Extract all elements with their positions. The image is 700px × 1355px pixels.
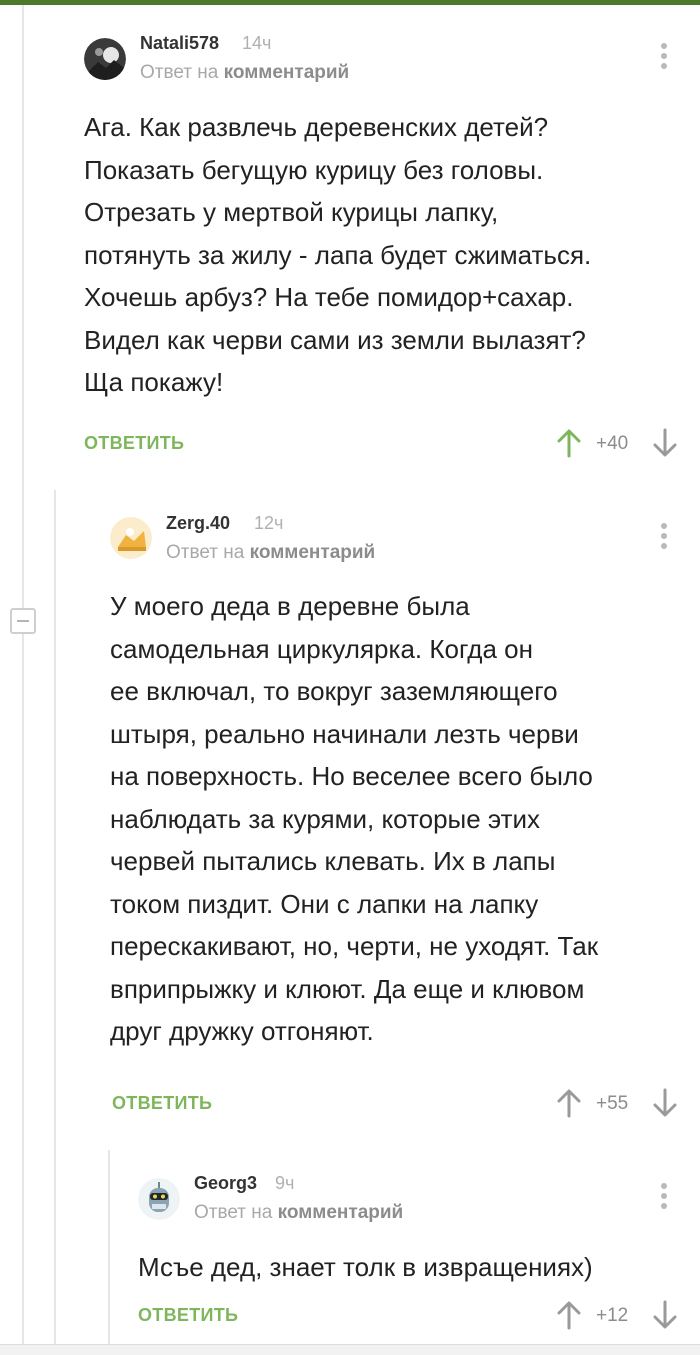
- comment-text: Мсъе дед, знает толк в извращениях): [138, 1252, 593, 1282]
- arrow-down-icon[interactable]: [652, 428, 678, 458]
- reply-to-prefix: Ответ на: [194, 1202, 273, 1223]
- rating-value: +55: [596, 1093, 629, 1114]
- arrow-down-icon[interactable]: [652, 1088, 678, 1118]
- arrow-up-icon[interactable]: [556, 1300, 582, 1330]
- rating-value: +40: [596, 433, 629, 454]
- more-menu-icon[interactable]: [658, 43, 670, 73]
- avatar-zerg40[interactable]: [110, 517, 152, 559]
- comment-username[interactable]: Natali578: [140, 33, 219, 54]
- collapse-thread-button[interactable]: [10, 608, 36, 634]
- avatar-natali578[interactable]: [84, 38, 126, 80]
- arrow-up-icon[interactable]: [556, 428, 582, 458]
- comment-text: Ага. Как развлечь деревенских детей? Пок…: [84, 112, 592, 397]
- thread-line-root: [22, 5, 24, 1344]
- reply-button[interactable]: ОТВЕТИТЬ: [138, 1305, 238, 1326]
- avatar-georg3[interactable]: [138, 1178, 180, 1220]
- reply-to-link[interactable]: комментарий: [250, 542, 376, 563]
- comment-time: 12ч: [254, 513, 284, 533]
- thread-line-level1: [54, 490, 56, 1344]
- reply-to-label: Ответ на комментарий: [140, 62, 349, 84]
- more-menu-icon[interactable]: [658, 523, 670, 553]
- reply-to-label: Ответ на комментарий: [194, 1202, 403, 1224]
- comment-time: 9ч: [275, 1173, 295, 1193]
- comment-username[interactable]: Georg3: [194, 1173, 257, 1194]
- reply-to-link[interactable]: комментарий: [278, 1202, 404, 1223]
- reply-to-prefix: Ответ на: [166, 542, 245, 563]
- arrow-up-icon[interactable]: [556, 1088, 582, 1118]
- bottom-divider: [0, 1344, 700, 1355]
- rating-value: +12: [596, 1305, 629, 1326]
- comment-username[interactable]: Zerg.40: [166, 513, 230, 534]
- comment-text: У моего деда в деревне была самодельная …: [110, 591, 599, 1046]
- comment-time: 14ч: [242, 33, 272, 53]
- reply-to-label: Ответ на комментарий: [166, 542, 375, 564]
- thread-line-level2: [108, 1150, 110, 1344]
- reply-to-link[interactable]: комментарий: [224, 62, 350, 83]
- reply-button[interactable]: ОТВЕТИТЬ: [112, 1093, 212, 1114]
- reply-to-prefix: Ответ на: [140, 62, 219, 83]
- reply-button[interactable]: ОТВЕТИТЬ: [84, 433, 184, 454]
- top-accent-bar: [0, 0, 700, 5]
- more-menu-icon[interactable]: [658, 1183, 670, 1213]
- arrow-down-icon[interactable]: [652, 1300, 678, 1330]
